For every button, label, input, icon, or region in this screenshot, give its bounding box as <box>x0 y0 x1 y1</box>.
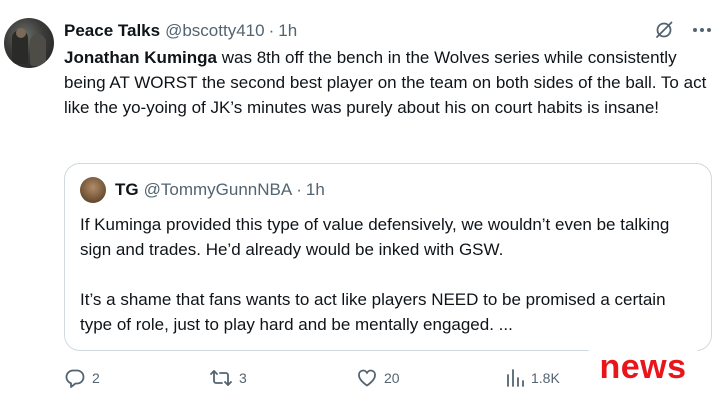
quote-handle: @TommyGunnNBA <box>143 180 293 199</box>
quoted-tweet[interactable]: TG @TommyGunnNBA · 1h If Kuminga provide… <box>64 163 712 351</box>
views-button[interactable]: 1.8K <box>505 367 560 389</box>
news-watermark: news <box>577 338 709 396</box>
reply-button[interactable]: 2 <box>64 367 100 389</box>
views-icon <box>505 367 525 389</box>
author-display-name[interactable]: Peace Talks <box>64 21 160 41</box>
repost-count: 3 <box>239 370 247 386</box>
tweet-card[interactable]: Peace Talks @bscotty410 · 1h Jonathan Ku… <box>0 0 726 402</box>
reply-icon <box>64 367 86 389</box>
quote-author-avatar <box>80 177 106 203</box>
author-avatar[interactable] <box>4 18 54 68</box>
quote-header: TG @TommyGunnNBA · 1h <box>115 180 325 200</box>
quote-display-name: TG <box>115 180 139 199</box>
tweet-timestamp[interactable]: 1h <box>278 21 297 41</box>
repost-button[interactable]: 3 <box>209 367 247 389</box>
quote-paragraph: If Kuminga provided this type of value d… <box>80 215 670 259</box>
views-count: 1.8K <box>531 370 560 386</box>
mention-bold: Jonathan Kuminga <box>64 48 218 67</box>
like-button[interactable]: 20 <box>356 367 400 389</box>
author-handle[interactable]: @bscotty410 <box>165 21 264 41</box>
quote-text: If Kuminga provided this type of value d… <box>80 212 700 337</box>
avatar-figure-right <box>30 34 46 66</box>
like-icon <box>356 367 378 389</box>
repost-icon <box>209 367 233 389</box>
header-actions <box>650 18 716 42</box>
quote-timestamp: 1h <box>305 180 325 199</box>
reply-count: 2 <box>92 370 100 386</box>
quote-paragraph: It’s a shame that fans wants to act like… <box>80 290 666 334</box>
news-watermark-text: news <box>599 348 687 386</box>
tweet-header: Peace Talks @bscotty410 · 1h <box>64 20 297 42</box>
tweet-text: Jonathan Kuminga was 8th off the bench i… <box>64 45 714 120</box>
quote-separator: · <box>296 180 302 199</box>
avatar-face <box>16 28 26 38</box>
like-count: 20 <box>384 370 400 386</box>
grok-icon[interactable] <box>650 18 678 42</box>
more-icon[interactable] <box>688 18 716 42</box>
header-separator: · <box>268 21 275 40</box>
